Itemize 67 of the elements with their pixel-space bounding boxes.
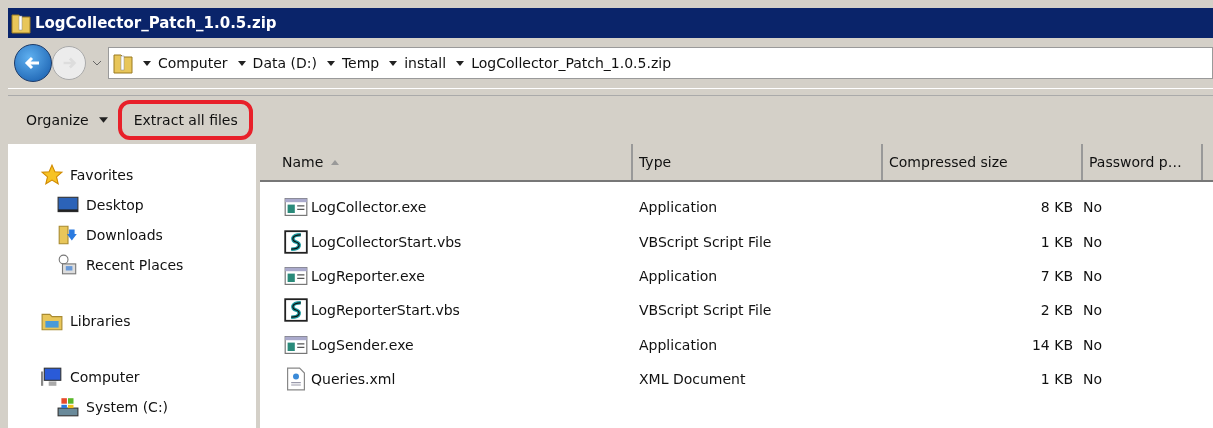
caret-icon[interactable]: [326, 60, 335, 66]
password-cell-text: No: [1083, 336, 1104, 353]
file-type-cell-text: VBScript Script File: [638, 233, 773, 250]
address-bar[interactable]: Computer Data (D:) Temp install LogCollector_Patch_1.0.5.zip: [108, 47, 1213, 79]
history-caret-icon[interactable]: [92, 60, 102, 66]
breadcrumb-item[interactable]: Computer: [158, 55, 228, 71]
caret-icon[interactable]: [237, 60, 246, 66]
password-cell-text: No: [1083, 233, 1104, 250]
caret-icon[interactable]: [456, 60, 465, 66]
sidebar-item[interactable]: System (C:): [8, 392, 256, 422]
file-size-cell-text: 1 KB: [1039, 233, 1074, 250]
file-name-cell[interactable]: LogReporter.exe: [260, 263, 633, 288]
file-size-cell-text: 7 KB: [1039, 267, 1074, 284]
toolbar-button[interactable]: Extract all files: [125, 106, 246, 134]
file-name-cell[interactable]: LogCollector.exe: [260, 195, 633, 220]
zip-folder-icon: [11, 12, 31, 34]
file-size-cell-text: 1 KB: [1039, 371, 1074, 388]
back-button[interactable]: [14, 44, 52, 82]
sidebar-item[interactable]: Computer: [8, 362, 256, 392]
file-name-cell[interactable]: LogSender.exe: [260, 332, 633, 357]
file-name-cell[interactable]: LogReporterStart.vbs: [260, 298, 633, 323]
sidebar-item[interactable]: Recent Places: [8, 250, 256, 280]
sidebar-item[interactable]: Favorites: [8, 160, 256, 190]
password-cell-text: No: [1083, 302, 1104, 319]
file-name-cell[interactable]: Queries.xml: [260, 367, 633, 392]
breadcrumb-item[interactable]: LogCollector_Patch_1.0.5.zip: [471, 55, 672, 71]
sidebar-label: Libraries: [70, 313, 131, 329]
sidebar-label: Downloads: [86, 227, 163, 243]
sidebar-item[interactable]: Desktop: [8, 190, 256, 220]
file-size-cell-text: 14 KB: [1030, 336, 1074, 353]
breadcrumb-item[interactable]: Temp: [341, 55, 380, 71]
file-name-cell[interactable]: LogCollectorStart.vbs: [260, 229, 633, 254]
column-header[interactable]: Compressed size: [883, 144, 1083, 180]
column-header[interactable]: Password p…: [1083, 144, 1203, 180]
file-type-cell-text: Application: [638, 267, 719, 284]
sidebar-item[interactable]: Downloads: [8, 220, 256, 250]
script-file-icon: [284, 229, 308, 254]
file-type-cell-text: Application: [638, 336, 719, 353]
script-file-icon: [284, 298, 308, 323]
file-type-cell-text: VBScript Script File: [638, 302, 773, 319]
file-type-cell-text: Application: [638, 199, 719, 216]
caret-icon[interactable]: [143, 60, 151, 66]
zip-folder-icon: [113, 52, 133, 74]
breadcrumb-item[interactable]: Data (D:): [252, 55, 317, 71]
star-icon: [40, 164, 64, 186]
sidebar-label: System (C:): [86, 399, 169, 415]
caret-icon: [98, 117, 108, 123]
organize-menu[interactable]: Organize: [18, 106, 116, 134]
drive-icon: [56, 396, 80, 418]
password-cell-text: No: [1083, 267, 1104, 284]
password-cell-text: No: [1083, 371, 1104, 388]
password-cell-text: No: [1083, 199, 1104, 216]
sidebar-label: Computer: [70, 369, 140, 385]
file-size-cell-text: 8 KB: [1039, 199, 1074, 216]
window-title: LogCollector_Patch_1.0.5.zip: [35, 14, 277, 32]
sidebar-item[interactable]: Libraries: [8, 306, 256, 336]
breadcrumb-item[interactable]: install: [404, 55, 447, 71]
file-size-cell-text: 2 KB: [1039, 302, 1074, 319]
file-type-cell-text: XML Document: [638, 371, 747, 388]
sidebar-label: Recent Places: [86, 257, 184, 273]
sidebar-label: Favorites: [70, 167, 134, 183]
sidebar-label: Desktop: [86, 197, 144, 213]
column-header[interactable]: Name: [260, 144, 633, 180]
caret-icon[interactable]: [389, 60, 398, 66]
xml-document-icon: [284, 367, 308, 392]
column-header[interactable]: Type: [633, 144, 883, 180]
computer-icon: [40, 366, 64, 388]
